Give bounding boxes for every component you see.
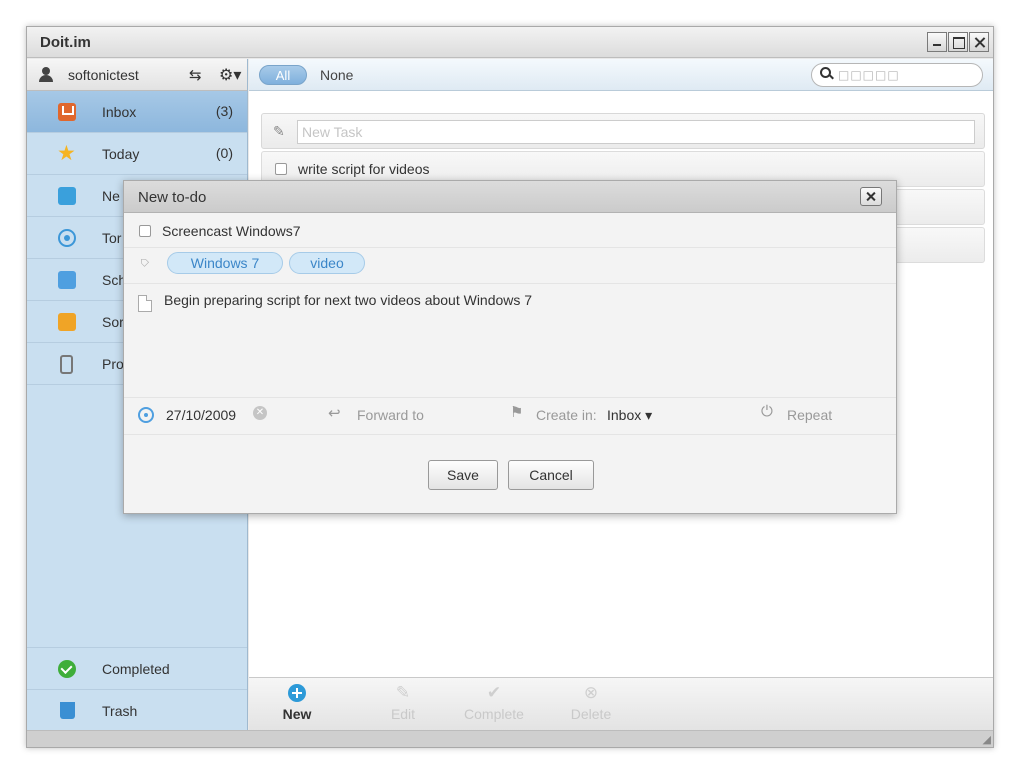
- new-task-input[interactable]: [297, 120, 975, 144]
- tomorrow-icon: [58, 229, 76, 247]
- sidebar-item-inbox[interactable]: Inbox (3): [27, 91, 247, 133]
- check-icon: [58, 660, 76, 678]
- status-bar: ◢: [27, 730, 993, 747]
- forward-icon: ↩: [328, 405, 341, 422]
- gear-icon[interactable]: ⚙▾: [219, 65, 241, 85]
- search-box[interactable]: [811, 63, 983, 87]
- trash-icon: [60, 702, 75, 719]
- dialog-title: New to-do: [138, 189, 207, 206]
- new-label: New: [282, 706, 312, 722]
- sidebar-item-label: Sor: [102, 314, 124, 330]
- notes-textarea[interactable]: Begin preparing script for next two vide…: [164, 292, 532, 308]
- calendar-icon: [58, 271, 76, 289]
- window-title: Doit.im: [40, 34, 91, 51]
- tag-chip[interactable]: video: [289, 252, 365, 274]
- todo-checkbox[interactable]: [139, 225, 151, 237]
- sidebar-item-label: Inbox: [102, 104, 137, 120]
- meta-row: 27/10/2009 ✕ ↩ Forward to ⚑ Create in: I…: [124, 398, 896, 435]
- pencil-icon: ✎: [395, 683, 411, 702]
- task-checkbox[interactable]: [275, 163, 287, 175]
- someday-icon: [58, 313, 76, 331]
- clear-date-icon[interactable]: ✕: [253, 406, 267, 420]
- username: softonictest: [68, 67, 139, 83]
- add-icon: [288, 684, 306, 702]
- sidebar-item-label: Completed: [102, 661, 170, 677]
- repeat-icon: ⏻: [761, 403, 773, 420]
- notes-row: Begin preparing script for next two vide…: [124, 284, 896, 398]
- maximize-button[interactable]: [948, 32, 968, 52]
- create-in-dropdown[interactable]: Inbox ▾: [607, 407, 652, 424]
- sidebar-item-trash[interactable]: Trash: [27, 689, 247, 731]
- sidebar-item-label: Pro: [102, 356, 124, 372]
- star-icon: [57, 141, 76, 166]
- sidebar-item-label: Tor: [102, 230, 122, 246]
- sidebar-item-count: (0): [215, 145, 233, 161]
- bottom-toolbar: New ✎ Edit ✔ Complete ⊗ Delete: [249, 677, 993, 731]
- tag-chip[interactable]: Windows 7: [167, 252, 283, 274]
- edit-button[interactable]: ✎ Edit: [368, 683, 438, 723]
- resize-grip-icon[interactable]: ◢: [983, 733, 991, 746]
- user-bar: softonictest ⇆ ⚙▾: [27, 59, 247, 91]
- filter-bar: All None: [249, 59, 993, 91]
- dialog-header[interactable]: New to-do: [124, 181, 896, 213]
- new-todo-dialog: New to-do Screencast Windows7 ⌂ Windows …: [123, 180, 897, 514]
- sidebar-item-completed[interactable]: Completed: [27, 647, 247, 689]
- filter-none-button[interactable]: None: [320, 67, 353, 83]
- edit-label: Edit: [390, 706, 416, 722]
- due-date[interactable]: 27/10/2009: [166, 407, 236, 423]
- search-icon: [820, 67, 832, 79]
- tag-icon: ⌂: [134, 252, 152, 270]
- dialog-close-button[interactable]: [860, 187, 882, 206]
- calendar-icon[interactable]: [138, 407, 154, 423]
- create-in-label: Create in:: [536, 407, 597, 423]
- save-button[interactable]: Save: [428, 460, 498, 490]
- window-controls: [927, 32, 989, 52]
- forward-to-button[interactable]: Forward to: [357, 407, 424, 423]
- minimize-button[interactable]: [927, 32, 947, 52]
- delete-icon: ⊗: [583, 683, 599, 702]
- tags-row: ⌂ Windows 7 video: [124, 248, 896, 284]
- pencil-icon: ✎: [273, 123, 285, 139]
- note-icon: [138, 295, 152, 312]
- delete-button[interactable]: ⊗ Delete: [556, 683, 626, 723]
- search-input[interactable]: [838, 67, 974, 83]
- complete-label: Complete: [464, 706, 524, 722]
- task-label: write script for videos: [298, 161, 430, 177]
- sidebar-bottom: Completed Trash: [27, 647, 247, 731]
- inbox-icon: [58, 103, 76, 121]
- new-button[interactable]: New: [262, 684, 332, 722]
- sidebar-item-today[interactable]: Today (0): [27, 133, 247, 175]
- projects-icon: [60, 355, 73, 374]
- sidebar-item-label: Ne: [102, 188, 120, 204]
- check-icon: ✔: [486, 683, 502, 702]
- user-icon: [39, 67, 53, 82]
- sidebar-item-label: Today: [102, 146, 140, 162]
- new-task-bar: ✎: [261, 113, 985, 149]
- delete-label: Delete: [570, 706, 612, 722]
- flag-icon: ⚑: [510, 404, 524, 421]
- todo-title-row: Screencast Windows7: [124, 214, 896, 248]
- sync-icon[interactable]: ⇆: [189, 66, 202, 84]
- repeat-button[interactable]: Repeat: [787, 407, 832, 423]
- filter-all-button[interactable]: All: [259, 65, 307, 85]
- title-bar[interactable]: Doit.im: [27, 27, 993, 58]
- cancel-button[interactable]: Cancel: [508, 460, 594, 490]
- next-icon: [58, 187, 76, 205]
- complete-button[interactable]: ✔ Complete: [449, 683, 539, 723]
- sidebar-item-label: Trash: [102, 703, 138, 719]
- sidebar-item-count: (3): [215, 103, 233, 119]
- close-window-button[interactable]: [969, 32, 989, 52]
- todo-title-input[interactable]: Screencast Windows7: [162, 223, 301, 239]
